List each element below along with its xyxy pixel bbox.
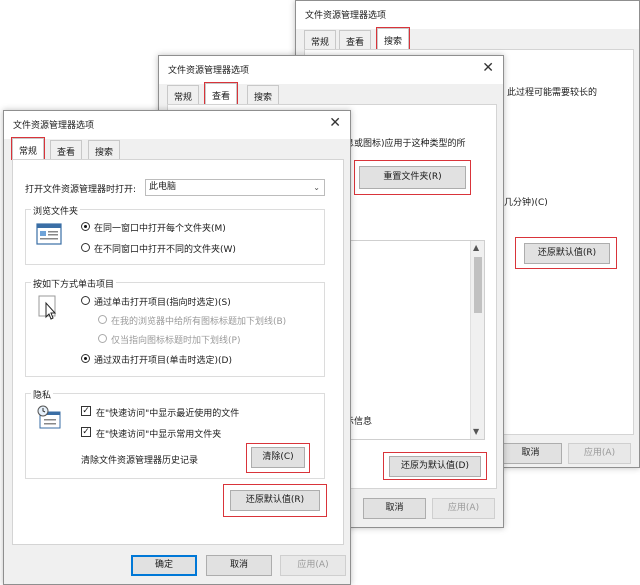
- recent-files-label[interactable]: 在"快速访问"中显示最近使用的文件: [96, 406, 239, 419]
- open-in-select[interactable]: 此电脑 ⌄: [145, 179, 325, 196]
- underline-all-radio[interactable]: [98, 315, 107, 324]
- click-items-group: 按如下方式单击项目 通过单击打开项目(指向时选定)(S) 在我的浏览器中给所有图…: [25, 277, 325, 377]
- front-dialog-title: 文件资源管理器选项: [13, 121, 95, 131]
- tab-search[interactable]: 搜索: [375, 27, 411, 50]
- front-dialog-panel: 打开文件资源管理器时打开: 此电脑 ⌄ 浏览文件夹 在同一窗口中打开每个文件夹(…: [12, 159, 344, 545]
- tab-view[interactable]: 查看: [50, 140, 83, 159]
- back-dialog-title: 文件资源管理器选项: [305, 11, 387, 21]
- reset-folders-button[interactable]: 重置文件夹(R): [359, 166, 466, 189]
- scroll-up-icon[interactable]: ▲: [473, 243, 479, 252]
- restore-defaults-button[interactable]: 还原为默认值(D): [389, 456, 481, 477]
- back-dialog-partial-text: 此过程可能需要较长的: [507, 88, 598, 98]
- restore-defaults-button[interactable]: 还原默认值(R): [230, 490, 320, 511]
- single-click-radio[interactable]: [81, 296, 90, 305]
- recent-files-checkbox[interactable]: ✓: [81, 406, 91, 416]
- advanced-settings-list[interactable]: [339, 240, 485, 440]
- privacy-title: 隐私: [31, 388, 54, 401]
- window-icon: [36, 223, 62, 245]
- click-items-title: 按如下方式单击项目: [31, 277, 117, 290]
- scroll-down-icon[interactable]: ▼: [473, 427, 479, 436]
- same-window-radio[interactable]: [81, 222, 90, 231]
- scroll-thumb[interactable]: [474, 257, 482, 313]
- apply-button[interactable]: 应用(A): [280, 555, 346, 576]
- tab-general[interactable]: 常规: [167, 85, 200, 104]
- tab-search[interactable]: 搜索: [88, 140, 121, 159]
- apply-button[interactable]: 应用(A): [432, 498, 495, 519]
- tab-view[interactable]: 查看: [339, 30, 372, 49]
- chevron-down-icon: ⌄: [313, 183, 320, 192]
- underline-all-label[interactable]: 在我的浏览器中给所有图标标题加下划线(B): [111, 314, 286, 327]
- back-dialog-partial-text2: 几分钟)(C): [504, 198, 548, 208]
- pointer-icon: [38, 295, 57, 320]
- browse-folders-title: 浏览文件夹: [31, 204, 81, 217]
- middle-dialog-titlebar: 文件资源管理器选项 ✕: [159, 56, 503, 84]
- cancel-button[interactable]: 取消: [499, 443, 562, 464]
- cancel-button[interactable]: 取消: [206, 555, 272, 576]
- middle-dialog-title: 文件资源管理器选项: [168, 66, 250, 76]
- front-dialog-titlebar: 文件资源管理器选项 ✕: [4, 111, 350, 139]
- tab-view[interactable]: 查看: [203, 82, 239, 105]
- tab-search[interactable]: 搜索: [247, 85, 280, 104]
- clear-history-label: 清除文件资源管理器历史记录: [81, 456, 199, 466]
- back-dialog-titlebar: 文件资源管理器选项: [296, 1, 639, 29]
- frequent-folders-label[interactable]: 在"快速访问"中显示常用文件夹: [96, 427, 221, 440]
- close-icon[interactable]: ✕: [482, 60, 494, 76]
- restore-defaults-button[interactable]: 还原默认值(R): [524, 243, 610, 264]
- tab-general[interactable]: 常规: [304, 30, 337, 49]
- browse-folders-group: 浏览文件夹 在同一窗口中打开每个文件夹(M) 在不同窗口中打开不同的文件夹(W): [25, 204, 325, 265]
- single-click-label[interactable]: 通过单击打开项目(指向时选定)(S): [94, 295, 231, 308]
- double-click-label[interactable]: 通过双击打开项目(单击时选定)(D): [94, 353, 232, 366]
- cancel-button[interactable]: 取消: [363, 498, 426, 519]
- open-in-value: 此电脑: [149, 182, 177, 192]
- front-dialog: 文件资源管理器选项 ✕ 常规 查看 搜索 打开文件资源管理器时打开: 此电脑 ⌄…: [3, 110, 351, 585]
- new-window-radio[interactable]: [81, 243, 90, 252]
- open-label: 打开文件资源管理器时打开:: [25, 185, 137, 195]
- frequent-folders-checkbox[interactable]: ✓: [81, 427, 91, 437]
- new-window-label[interactable]: 在不同窗口中打开不同的文件夹(W): [94, 242, 236, 255]
- ok-button[interactable]: 确定: [131, 555, 197, 576]
- apply-button[interactable]: 应用(A): [568, 443, 631, 464]
- clear-button[interactable]: 清除(C): [251, 447, 305, 468]
- double-click-radio[interactable]: [81, 354, 90, 363]
- middle-dialog-partial-text: 息或图标)应用于这种类型的所: [345, 139, 466, 149]
- tab-general[interactable]: 常规: [10, 137, 46, 160]
- underline-hover-radio[interactable]: [98, 334, 107, 343]
- same-window-label[interactable]: 在同一窗口中打开每个文件夹(M): [94, 221, 226, 234]
- underline-hover-label[interactable]: 仅当指向图标标题时加下划线(P): [111, 333, 240, 346]
- list-scrollbar[interactable]: ▲ ▼: [470, 241, 484, 439]
- privacy-group: 隐私 ✓ 在"快速访问"中显示最近使用的文件 ✓ 在"快速访问"中显示常用文件夹…: [25, 388, 325, 479]
- privacy-icon: [37, 405, 61, 429]
- close-icon[interactable]: ✕: [329, 115, 341, 131]
